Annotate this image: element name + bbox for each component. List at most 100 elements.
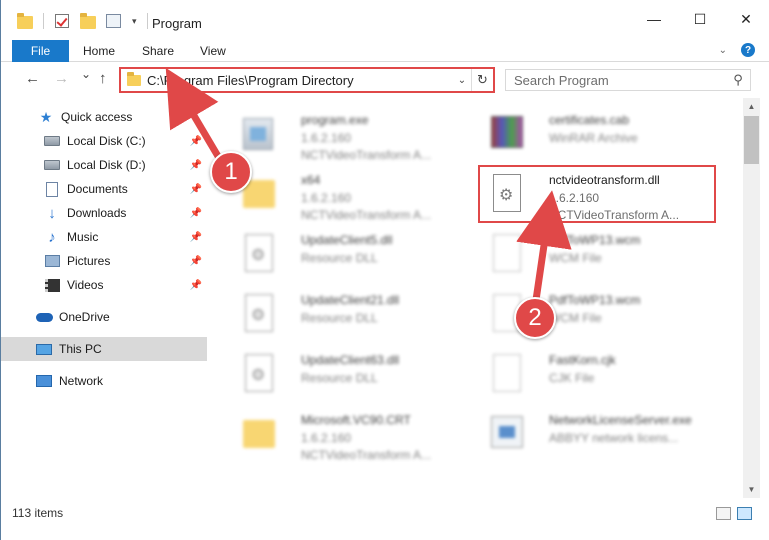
- close-button[interactable]: ✕: [723, 4, 769, 34]
- file-item-x64-folder[interactable]: x64 1.6.2.160 NCTVideoTransform A...: [227, 166, 467, 222]
- file-name: FastKorn.cjk: [549, 353, 616, 367]
- network-icon: [35, 373, 53, 389]
- pin-icon[interactable]: 📌: [190, 256, 202, 267]
- exe-icon: [239, 112, 277, 156]
- file-item-pdftowp13-wcm[interactable]: PdfToWP13.wcm WCM File: [475, 226, 715, 282]
- sidebar-item-documents[interactable]: Documents 📌: [1, 177, 207, 201]
- sidebar-item-label: Quick access: [61, 110, 133, 124]
- file-name: UpdateClient5.dll: [301, 233, 393, 247]
- dll-icon: [239, 232, 277, 276]
- sidebar-item-local-disk-c[interactable]: Local Disk (C:) 📌: [1, 129, 207, 153]
- help-icon[interactable]: ?: [741, 43, 755, 57]
- pin-icon[interactable]: 📌: [190, 208, 202, 219]
- pin-icon[interactable]: 📌: [190, 184, 202, 195]
- pin-icon[interactable]: 📌: [190, 280, 202, 291]
- pin-icon[interactable]: 📌: [190, 136, 202, 147]
- back-arrow-icon[interactable]: ←: [25, 70, 40, 87]
- file-name: PdfToWP13.wcm: [549, 233, 641, 247]
- step-1-badge: 1: [210, 151, 252, 193]
- sidebar-item-label: Music: [67, 230, 99, 244]
- status-bar: 113 items: [1, 498, 769, 540]
- file-version: 1.6.2.160: [301, 131, 352, 145]
- file-item-certificates-cab[interactable]: certificates.cab WinRAR Archive: [475, 106, 715, 162]
- toolbar-divider: [43, 13, 44, 29]
- file-item-updateclient5-dll[interactable]: UpdateClient5.dll Resource DLL: [227, 226, 467, 282]
- highlight-box-dll: [478, 165, 716, 223]
- sidebar-item-onedrive[interactable]: OneDrive: [1, 305, 207, 329]
- large-icons-view-icon[interactable]: [737, 507, 752, 520]
- file-item-fastkorn-cjk[interactable]: FastKorn.cjk CJK File: [475, 346, 715, 402]
- address-path[interactable]: C:\Program Files\Program Directory: [147, 73, 453, 88]
- sidebar-item-videos[interactable]: Videos 📌: [1, 273, 207, 297]
- tab-home[interactable]: Home: [83, 44, 115, 58]
- tab-file[interactable]: File: [12, 40, 69, 62]
- up-arrow-icon[interactable]: ↑: [99, 70, 107, 87]
- customize-toolbar-chevron-icon[interactable]: ▾: [132, 16, 137, 27]
- sidebar-item-this-pc[interactable]: This PC: [1, 337, 207, 361]
- music-icon: ♪: [48, 228, 56, 246]
- tab-share[interactable]: Share: [142, 44, 174, 58]
- file-name: PdfToWP13.wcm: [549, 293, 641, 307]
- file-item-microsoft-vc90-crt[interactable]: Microsoft.VC90.CRT 1.6.2.160 NCTVideoTra…: [227, 406, 467, 462]
- dll-icon: [239, 292, 277, 336]
- customize-properties-icon[interactable]: [106, 13, 122, 29]
- sidebar-item-pictures[interactable]: Pictures 📌: [1, 249, 207, 273]
- file-item-updateclient63-dll[interactable]: UpdateClient63.dll Resource DLL: [227, 346, 467, 402]
- vertical-scrollbar[interactable]: ▲ ▼: [743, 98, 760, 498]
- scroll-up-arrow-icon[interactable]: ▲: [743, 98, 760, 115]
- pin-icon[interactable]: 📌: [190, 232, 202, 243]
- file-description: NCTVideoTransform A...: [301, 208, 432, 222]
- file-item-networklicenseserver-exe[interactable]: NetworkLicenseServer.exe ABBYY network l…: [475, 406, 715, 462]
- file-name: NetworkLicenseServer.exe: [549, 413, 692, 427]
- sidebar-item-downloads[interactable]: ↓ Downloads 📌: [1, 201, 207, 225]
- properties-check-icon[interactable]: [54, 13, 70, 29]
- view-toggle: [716, 507, 752, 520]
- tab-view[interactable]: View: [200, 44, 226, 58]
- chevron-down-icon[interactable]: ⌄: [719, 45, 727, 56]
- sidebar-item-network[interactable]: Network: [1, 369, 207, 393]
- step-2-badge: 2: [514, 297, 556, 339]
- navigation-pane: ★ Quick access Local Disk (C:) 📌 Local D…: [1, 98, 207, 498]
- recent-locations-chevron-icon[interactable]: ⌄: [81, 67, 91, 81]
- sidebar-item-label: Documents: [67, 182, 128, 196]
- file-type: Resource DLL: [301, 371, 378, 385]
- file-name: Microsoft.VC90.CRT: [301, 413, 411, 427]
- search-icon[interactable]: ⚲: [726, 72, 750, 88]
- scrollbar-thumb[interactable]: [744, 116, 759, 164]
- sidebar-item-quick-access[interactable]: ★ Quick access: [1, 105, 207, 129]
- address-bar[interactable]: C:\Program Files\Program Directory ⌄ ↻: [119, 67, 495, 93]
- winrar-icon: [487, 112, 525, 156]
- new-folder-icon[interactable]: [80, 13, 96, 29]
- sidebar-item-local-disk-d[interactable]: Local Disk (D:) 📌: [1, 153, 207, 177]
- address-dropdown-chevron-icon[interactable]: ⌄: [453, 75, 471, 86]
- this-pc-icon: [35, 341, 53, 357]
- file-type: CJK File: [549, 371, 595, 385]
- network-exe-icon: [487, 412, 525, 456]
- scroll-down-arrow-icon[interactable]: ▼: [743, 481, 760, 498]
- file-item-program-exe[interactable]: program.exe 1.6.2.160 NCTVideoTransform …: [227, 106, 467, 162]
- sidebar-item-music[interactable]: ♪ Music 📌: [1, 225, 207, 249]
- ribbon-tabs: File Home Share View ⌄ ?: [1, 40, 769, 62]
- pin-icon[interactable]: 📌: [190, 160, 202, 171]
- file-type: ABBYY network licens...: [549, 431, 679, 445]
- blank-file-icon: [487, 232, 525, 276]
- file-item-pdftowp13-wcm-2[interactable]: PdfToWP13.wcm WCM File: [475, 286, 715, 342]
- sidebar-item-label: Pictures: [67, 254, 111, 268]
- minimize-button[interactable]: —: [631, 4, 677, 34]
- maximize-button[interactable]: ☐: [677, 4, 723, 34]
- refresh-icon[interactable]: ↻: [471, 69, 493, 91]
- forward-arrow-icon[interactable]: →: [54, 70, 69, 87]
- downloads-icon: ↓: [48, 204, 56, 222]
- file-type: Resource DLL: [301, 251, 378, 265]
- file-type: WCM File: [549, 311, 602, 325]
- details-view-icon[interactable]: [716, 507, 731, 520]
- search-box[interactable]: Search Program ⚲: [505, 69, 751, 91]
- sidebar-item-label: OneDrive: [59, 310, 110, 324]
- file-item-updateclient21-dll[interactable]: UpdateClient21.dll Resource DLL: [227, 286, 467, 342]
- explorer-window: ▾ Program — ☐ ✕ File Home Share View ⌄ ?…: [0, 0, 769, 540]
- blank-file-icon: [487, 352, 525, 396]
- file-type: WCM File: [549, 251, 602, 265]
- file-description: NCTVideoTransform A...: [301, 448, 432, 462]
- file-name: UpdateClient63.dll: [301, 353, 400, 367]
- search-input[interactable]: Search Program: [514, 73, 726, 88]
